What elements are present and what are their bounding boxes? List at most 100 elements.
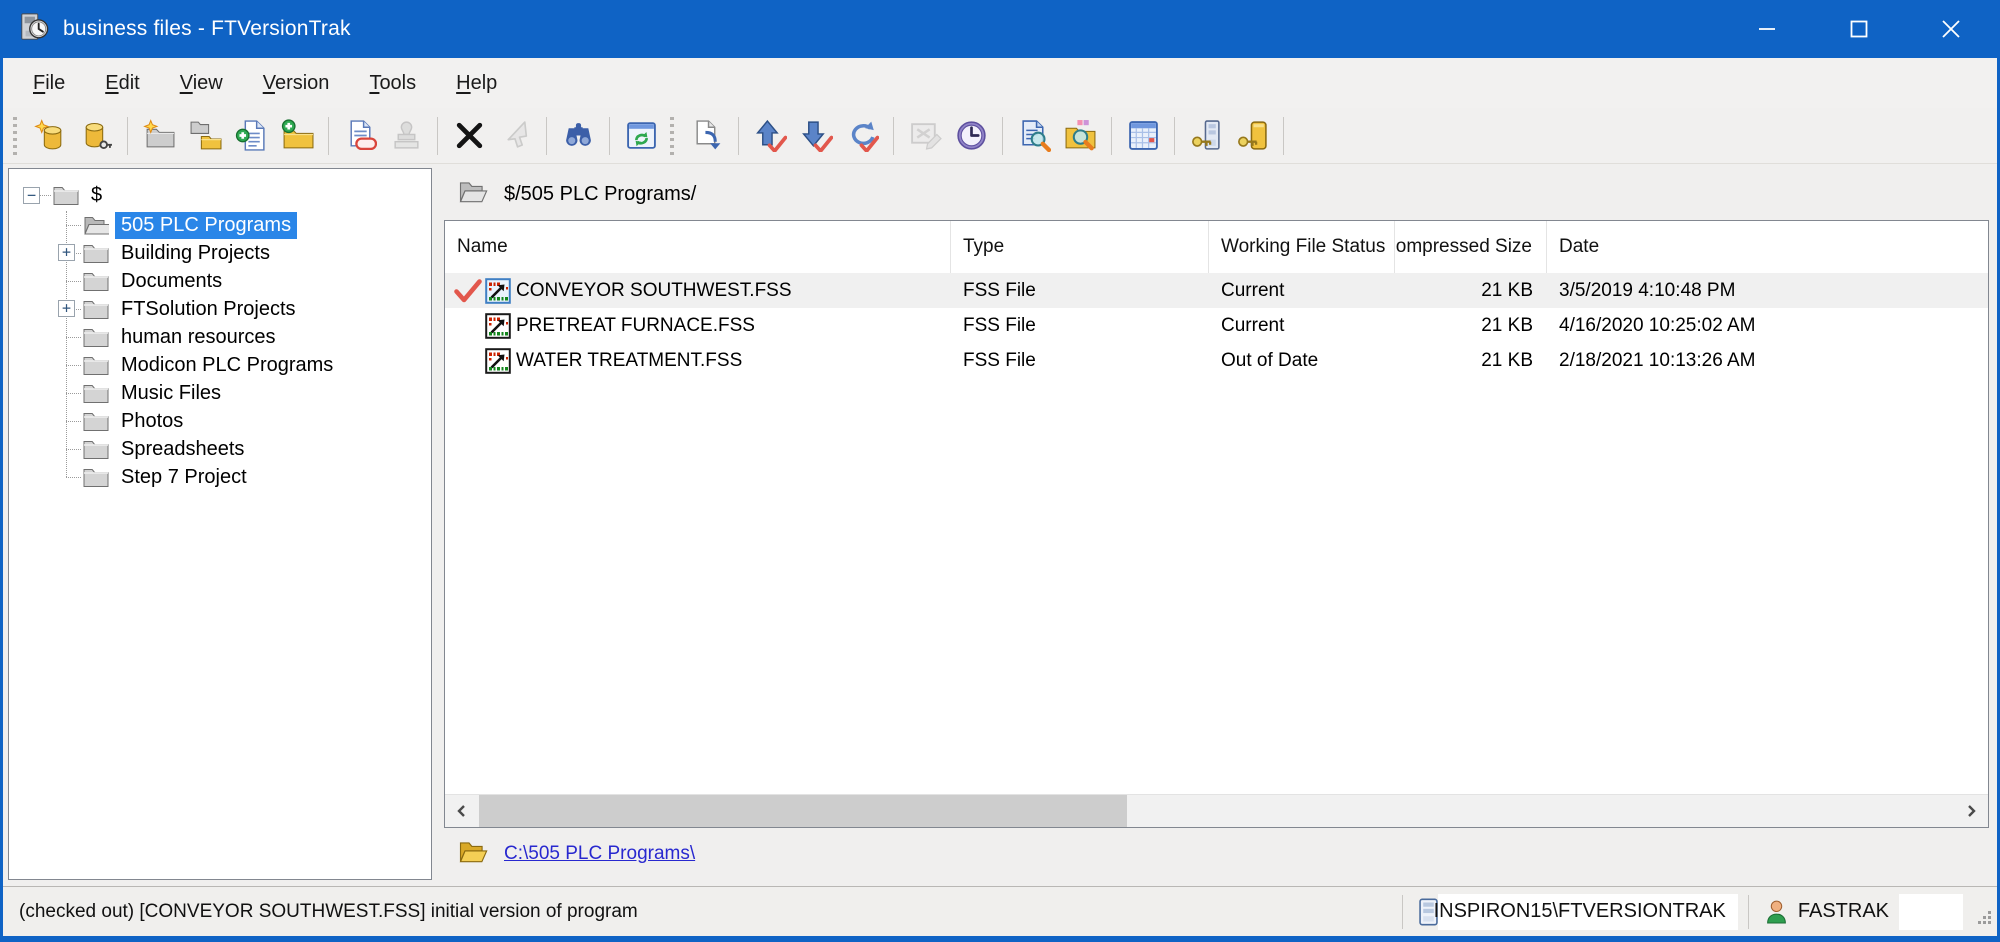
label-file-icon bbox=[344, 119, 377, 152]
folder-icon bbox=[83, 326, 109, 348]
tree-item-label: Music Files bbox=[115, 380, 227, 407]
column-header-name[interactable]: Name bbox=[445, 221, 951, 273]
menu-edit[interactable]: Edit bbox=[85, 64, 159, 103]
statusbar-separator bbox=[1748, 895, 1749, 929]
tree-item-step-7-project[interactable]: Step 7 Project bbox=[9, 463, 431, 491]
table-body: CONVEYOR SOUTHWEST.FSSFSS FileCurrent21 … bbox=[445, 273, 1988, 794]
file-name-cell: PRETREAT FURNACE.FSS bbox=[445, 308, 951, 343]
add-folder-icon bbox=[281, 119, 314, 152]
file-row[interactable]: WATER TREATMENT.FSSFSS FileOut of Date21… bbox=[445, 343, 1988, 378]
file-row[interactable]: CONVEYOR SOUTHWEST.FSSFSS FileCurrent21 … bbox=[445, 273, 1988, 308]
file-type: FSS File bbox=[951, 343, 1209, 378]
find-button[interactable] bbox=[555, 113, 601, 159]
add-file-button[interactable] bbox=[228, 113, 274, 159]
titlebar: business files - FTVersionTrak bbox=[3, 0, 1997, 58]
tree-item-label: FTSolution Projects bbox=[115, 296, 302, 323]
file-size: 21 KB bbox=[1395, 343, 1547, 378]
column-header-compressed-size[interactable]: Compressed Size bbox=[1395, 221, 1547, 273]
scrollbar-thumb[interactable] bbox=[479, 795, 1127, 827]
collapse-icon[interactable]: − bbox=[23, 187, 40, 204]
expand-icon[interactable]: + bbox=[58, 244, 75, 261]
tree-item-label: Building Projects bbox=[115, 240, 276, 267]
statusbar: (checked out) [CONVEYOR SOUTHWEST.FSS] i… bbox=[3, 886, 1997, 936]
database-key-button[interactable] bbox=[1229, 113, 1275, 159]
file-row[interactable]: PRETREAT FURNACE.FSSFSS FileCurrent21 KB… bbox=[445, 308, 1988, 343]
check-in-button[interactable] bbox=[793, 113, 839, 159]
undo-check-out-button[interactable] bbox=[839, 113, 885, 159]
statusbar-right: INSPIRON15\FTVERSIONTRAK FASTRAK bbox=[1392, 887, 1997, 936]
transfer-folder-button[interactable] bbox=[182, 113, 228, 159]
checked-out-icon bbox=[451, 279, 485, 303]
tree-item-label: Modicon PLC Programs bbox=[115, 352, 339, 379]
tree-item-label: Step 7 Project bbox=[115, 464, 253, 491]
tree-item-505-plc-programs[interactable]: 505 PLC Programs bbox=[9, 211, 431, 239]
close-button[interactable] bbox=[1905, 0, 1997, 58]
file-date: 2/18/2021 10:13:26 AM bbox=[1547, 343, 1988, 378]
toolbar-grip[interactable] bbox=[670, 117, 674, 155]
toolbar-separator bbox=[437, 117, 438, 155]
menu-view[interactable]: View bbox=[160, 64, 243, 103]
refresh-window-button[interactable] bbox=[618, 113, 664, 159]
tree-root[interactable]: −$ bbox=[9, 179, 431, 211]
scroll-right-arrow[interactable] bbox=[1954, 795, 1988, 827]
expand-icon[interactable]: + bbox=[58, 300, 75, 317]
edit-file-button bbox=[902, 113, 948, 159]
delete-button[interactable] bbox=[446, 113, 492, 159]
window-controls bbox=[1721, 0, 1997, 58]
repository-path-bar: $/505 PLC Programs/ bbox=[444, 168, 1989, 220]
view-file-button[interactable] bbox=[1011, 113, 1057, 159]
working-folder-link[interactable]: C:\505 PLC Programs\ bbox=[504, 843, 695, 865]
tree-item-building-projects[interactable]: + Building Projects bbox=[9, 239, 431, 267]
column-header-working-file-status[interactable]: Working File Status bbox=[1209, 221, 1395, 273]
status-field bbox=[1899, 894, 1963, 930]
file-name-cell: WATER TREATMENT.FSS bbox=[445, 343, 951, 378]
file-panel: $/505 PLC Programs/ NameTypeWorking File… bbox=[444, 168, 1989, 880]
toolbar-separator bbox=[893, 117, 894, 155]
column-header-type[interactable]: Type bbox=[951, 221, 1209, 273]
tree-root-label: $ bbox=[85, 182, 108, 209]
tree-item-photos[interactable]: Photos bbox=[9, 407, 431, 435]
tree-item-human-resources[interactable]: human resources bbox=[9, 323, 431, 351]
add-folder-button[interactable] bbox=[274, 113, 320, 159]
view-file-icon bbox=[1018, 119, 1051, 152]
calendar-button[interactable] bbox=[1120, 113, 1166, 159]
user-name: FASTRAK bbox=[1798, 900, 1889, 923]
history-button[interactable] bbox=[948, 113, 994, 159]
tree-item-label: human resources bbox=[115, 324, 282, 351]
tree-item-label: 505 PLC Programs bbox=[115, 212, 297, 239]
horizontal-scrollbar[interactable] bbox=[445, 794, 1988, 827]
menu-tools[interactable]: Tools bbox=[349, 64, 436, 103]
tree-item-documents[interactable]: Documents bbox=[9, 267, 431, 295]
server-key-button[interactable] bbox=[1183, 113, 1229, 159]
folder-icon bbox=[83, 242, 109, 264]
resize-grip[interactable] bbox=[1976, 909, 1992, 931]
file-date: 4/16/2020 10:25:02 AM bbox=[1547, 308, 1988, 343]
menu-version[interactable]: Version bbox=[243, 64, 350, 103]
tree-item-ftsolution-projects[interactable]: + FTSolution Projects bbox=[9, 295, 431, 323]
tree-item-modicon-plc-programs[interactable]: Modicon PLC Programs bbox=[9, 351, 431, 379]
new-folder-icon bbox=[143, 119, 176, 152]
check-out-button[interactable] bbox=[747, 113, 793, 159]
new-folder-button[interactable] bbox=[136, 113, 182, 159]
label-file-button[interactable] bbox=[337, 113, 383, 159]
find-in-folder-button[interactable] bbox=[1057, 113, 1103, 159]
file-size: 21 KB bbox=[1395, 308, 1547, 343]
get-file-button[interactable] bbox=[684, 113, 730, 159]
transfer-folder-icon bbox=[189, 119, 222, 152]
machine-name: INSPIRON15\FTVERSIONTRAK bbox=[1438, 894, 1738, 930]
tree-item-music-files[interactable]: Music Files bbox=[9, 379, 431, 407]
column-header-date[interactable]: Date bbox=[1547, 221, 1988, 273]
minimize-button[interactable] bbox=[1721, 0, 1813, 58]
get-file-icon bbox=[691, 119, 724, 152]
menu-help[interactable]: Help bbox=[436, 64, 517, 103]
scrollbar-track[interactable] bbox=[479, 795, 1954, 827]
tree-children: 505 PLC Programs + Building ProjectsDocume… bbox=[9, 211, 431, 491]
open-database-button[interactable] bbox=[73, 113, 119, 159]
new-database-button[interactable] bbox=[27, 113, 73, 159]
scroll-left-arrow[interactable] bbox=[445, 795, 479, 827]
maximize-button[interactable] bbox=[1813, 0, 1905, 58]
check-out-icon bbox=[754, 119, 787, 152]
tree-item-spreadsheets[interactable]: Spreadsheets bbox=[9, 435, 431, 463]
toolbar-grip[interactable] bbox=[13, 117, 17, 155]
menu-file[interactable]: File bbox=[13, 64, 85, 103]
